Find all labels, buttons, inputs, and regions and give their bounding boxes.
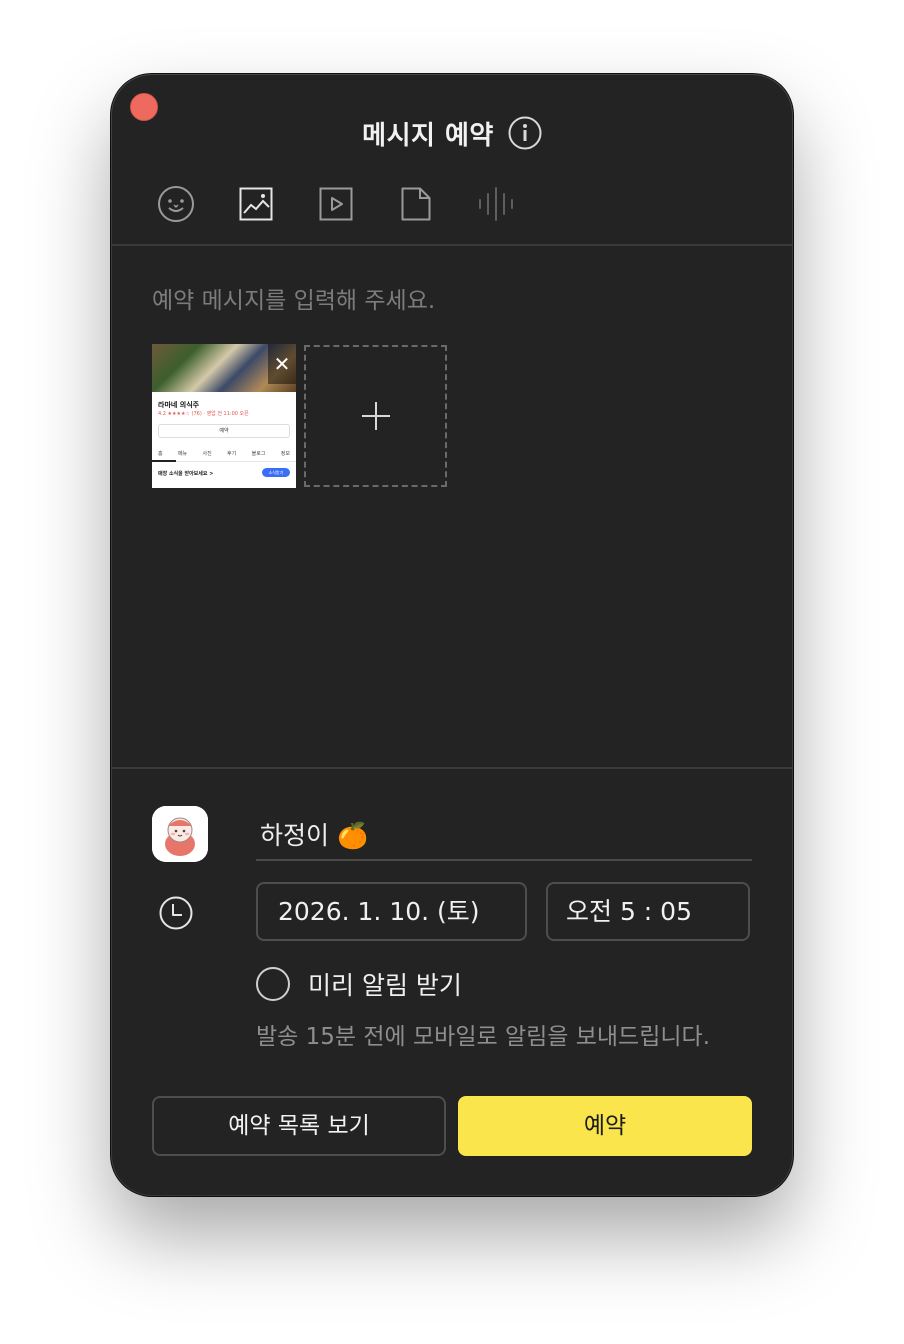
info-icon[interactable]	[508, 116, 542, 150]
image-icon[interactable]	[236, 184, 276, 224]
thumbnail-pill: 소식받기	[262, 468, 290, 477]
thumbnail-tab: 홈	[158, 451, 163, 457]
attachment-thumbnail[interactable]: ✕ 라마네 의식주 4.2 ★★★★☆ (76) · 영업 전 11:00 오픈…	[152, 344, 296, 488]
view-schedule-list-button[interactable]: 예약 목록 보기	[152, 1096, 446, 1156]
remove-attachment-button[interactable]: ✕	[268, 344, 296, 384]
plus-icon	[361, 402, 390, 430]
thumbnail-tabs: 홈 메뉴 사진 후기 블로그 정보	[158, 450, 290, 457]
thumbnail-active-tab-indicator	[152, 460, 176, 462]
thumbnail-tab: 후기	[227, 451, 237, 457]
message-input[interactable]	[152, 283, 752, 319]
thumbnail-button: 예약	[158, 424, 290, 438]
content-divider	[112, 767, 792, 769]
attachment-toolbar	[156, 182, 556, 226]
file-icon[interactable]	[396, 184, 436, 224]
thumbnail-tab: 메뉴	[177, 451, 188, 457]
voice-icon[interactable]	[476, 184, 516, 224]
add-attachment-button[interactable]	[304, 345, 447, 487]
window-title: 메시지 예약	[362, 120, 494, 151]
thumbnail-place-name: 라마네 의식주	[158, 401, 200, 409]
time-picker[interactable]: 오전 5 : 05	[546, 882, 750, 941]
thumbnail-tab: 사진	[202, 451, 212, 457]
video-icon[interactable]	[316, 184, 356, 224]
date-picker[interactable]: 2026. 1. 10. (토)	[256, 882, 527, 941]
recipient-name: 하정이 🍊	[260, 821, 369, 850]
title-bar: 메시지 예약	[112, 113, 792, 153]
thumbnail-footer-text: 매장 소식을 받아보세요 >	[158, 471, 214, 477]
clock-icon	[158, 895, 194, 931]
thumbnail-rating: 4.2 ★★★★☆ (76) · 영업 전 11:00 오픈	[158, 411, 249, 417]
avatar	[152, 806, 208, 862]
toolbar-divider	[112, 244, 792, 246]
schedule-message-window: 메시지 예약 예약 메시지를 입력해 주세요. ✕ 라마네 의식주 4.2 ★★…	[112, 75, 792, 1195]
reminder-option[interactable]: 미리 알림 받기	[256, 965, 462, 1003]
reminder-label: 미리 알림 받기	[308, 971, 462, 1000]
thumbnail-tab: 블로그	[251, 451, 266, 457]
reserve-button[interactable]: 예약	[458, 1096, 752, 1156]
thumbnail-tab: 정보	[280, 451, 290, 457]
reminder-radio[interactable]	[256, 967, 290, 1001]
reminder-help-text: 발송 15분 전에 모바일로 알림을 보내드립니다.	[256, 1024, 711, 1050]
emoji-icon[interactable]	[156, 184, 196, 224]
recipient-field[interactable]: 하정이 🍊	[256, 809, 752, 861]
